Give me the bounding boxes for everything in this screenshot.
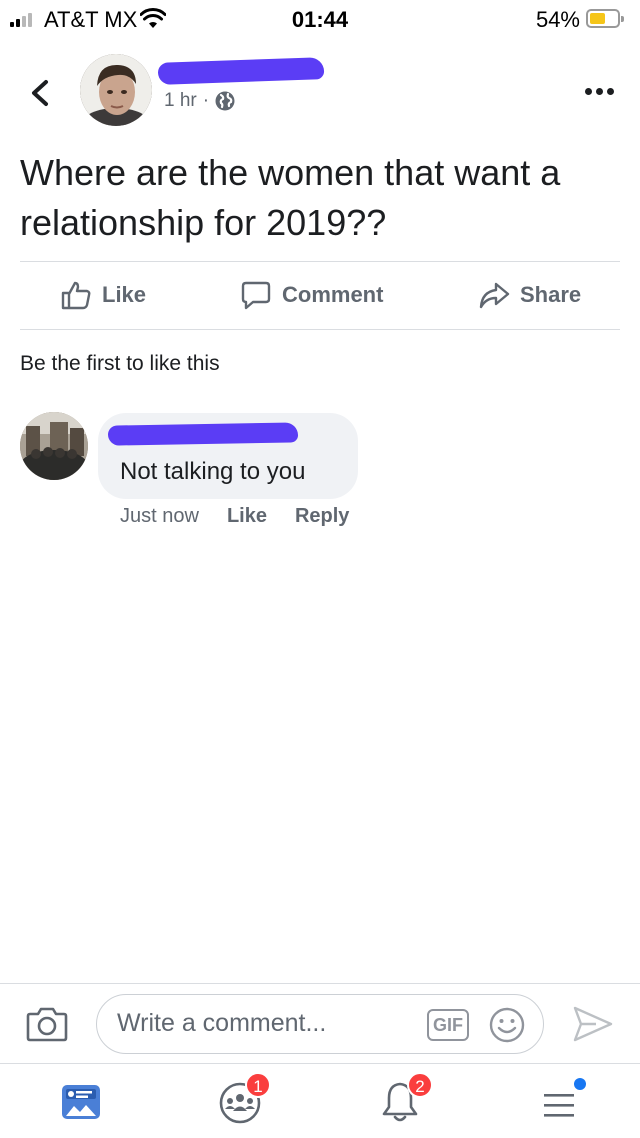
comment-time: Just now bbox=[120, 505, 199, 527]
commenter-avatar[interactable] bbox=[20, 412, 88, 480]
tab-notifications[interactable]: 2 bbox=[375, 1072, 433, 1126]
gif-button[interactable]: GIF bbox=[427, 1009, 469, 1041]
comment-text: Not talking to you bbox=[120, 458, 306, 485]
notifications-badge: 2 bbox=[407, 1072, 433, 1098]
news-feed-icon bbox=[62, 1085, 100, 1119]
likes-summary: Be the first to like this bbox=[20, 352, 220, 375]
send-icon[interactable] bbox=[572, 1004, 614, 1044]
post-meta: 1 hr · bbox=[164, 90, 235, 112]
thumbs-up-icon bbox=[61, 281, 91, 310]
author-name-redaction bbox=[157, 57, 325, 85]
groups-badge: 1 bbox=[245, 1072, 271, 1098]
status-bar: AT&T MX 01:44 54% bbox=[0, 0, 640, 40]
battery-icon bbox=[586, 9, 624, 28]
post-timestamp[interactable]: 1 hr bbox=[164, 90, 197, 112]
comment-button[interactable]: Comment bbox=[240, 262, 383, 328]
like-label: Like bbox=[102, 282, 147, 307]
camera-icon[interactable] bbox=[26, 1004, 68, 1044]
divider bbox=[20, 329, 620, 330]
menu-dot-badge bbox=[574, 1078, 586, 1090]
more-options-button[interactable] bbox=[585, 88, 614, 95]
battery-percent: 54% bbox=[535, 7, 580, 32]
author-avatar[interactable] bbox=[80, 54, 152, 126]
comment-reply-button[interactable]: Reply bbox=[295, 505, 349, 528]
tab-news-feed[interactable] bbox=[56, 1076, 106, 1126]
tab-menu[interactable] bbox=[536, 1076, 586, 1126]
commenter-name-redaction bbox=[107, 422, 299, 446]
post-action-bar: Like Comment Share bbox=[20, 262, 620, 328]
like-button[interactable]: Like bbox=[60, 262, 146, 328]
share-arrow-icon bbox=[479, 282, 510, 309]
share-button[interactable]: Share bbox=[478, 262, 581, 328]
bottom-tab-bar: 1 2 bbox=[0, 1063, 640, 1138]
share-label: Share bbox=[520, 282, 582, 307]
comment-label: Comment bbox=[282, 282, 384, 307]
post-text: Where are the women that want a relation… bbox=[20, 152, 561, 243]
battery-fill bbox=[590, 13, 605, 24]
comment-like-button[interactable]: Like bbox=[227, 505, 267, 528]
tab-groups[interactable]: 1 bbox=[215, 1072, 271, 1126]
emoji-icon[interactable] bbox=[489, 1007, 525, 1043]
comment-input-placeholder: Write a comment... bbox=[117, 1009, 327, 1037]
back-button[interactable] bbox=[26, 76, 56, 110]
comment-input[interactable]: Write a comment... GIF bbox=[96, 994, 544, 1054]
speech-bubble-icon bbox=[241, 281, 271, 310]
comment-meta: Just now Like Reply bbox=[120, 505, 349, 528]
globe-icon bbox=[215, 91, 235, 111]
meta-separator: · bbox=[202, 90, 210, 111]
comment-composer: Write a comment... GIF bbox=[0, 983, 640, 1063]
